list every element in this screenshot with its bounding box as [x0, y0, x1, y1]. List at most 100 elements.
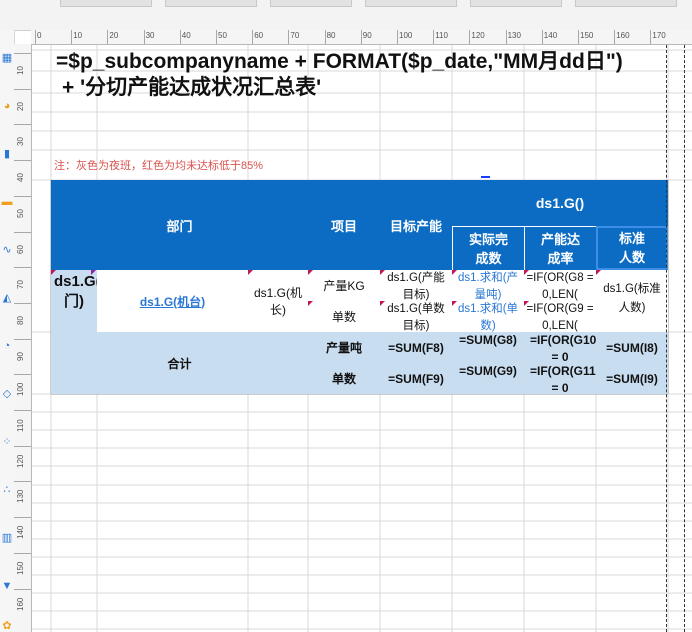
horizontal-ruler: 0 10 20 30 40 50 60 70 80 90 100 110 120 130 140 150 160… — [31, 30, 692, 45]
ruler-tick — [71, 30, 73, 44]
toolbar-button[interactable] — [60, 0, 152, 7]
ruler-tick — [14, 338, 31, 340]
toolbar-button[interactable] — [575, 0, 677, 7]
ruler-label: 170 — [652, 31, 666, 40]
cell-dept-text: ds1.G(部门) — [54, 273, 97, 310]
cell-target-1-text: ds1.G(产能目标) — [387, 272, 445, 301]
ruler-tick — [578, 30, 579, 44]
cell-marker-icon — [380, 270, 385, 275]
total-rate-1[interactable]: =IF(OR(G10 = 0 — [524, 332, 596, 363]
cell-machine[interactable]: ds1.G(机台) — [97, 270, 248, 332]
cell-marker-icon — [524, 301, 529, 306]
line-chart-icon[interactable]: ∿ — [1, 244, 13, 256]
pie-chart-icon[interactable]: ◕ — [1, 100, 13, 112]
combo-chart-icon[interactable]: ▥ — [1, 532, 13, 544]
header-rate[interactable]: 产能达成率 — [524, 226, 596, 270]
toolbar-button[interactable] — [470, 0, 562, 7]
total-actual-2[interactable]: =SUM(G9) — [452, 363, 524, 394]
header-department[interactable]: 部门 — [51, 180, 308, 270]
toolbar-button[interactable] — [365, 0, 457, 7]
cell-dept[interactable]: ds1.G(部门) — [51, 270, 97, 332]
scatter-icon[interactable]: ⁘ — [1, 436, 13, 448]
ruler-tick — [360, 30, 362, 44]
header-actual[interactable]: 实际完成数 — [452, 226, 524, 270]
ruler-label: 80 — [16, 315, 25, 325]
ruler-label: 160 — [16, 597, 25, 611]
cell-rate-1-text: =IF(OR(G8 = 0,LEN( — [526, 272, 594, 301]
total-item-2[interactable]: 单数 — [308, 363, 380, 394]
total-label[interactable]: 合计 — [51, 332, 308, 394]
cell-leader[interactable]: ds1.G(机长) — [248, 270, 308, 332]
cell-marker-icon — [51, 270, 56, 275]
ruler-tick — [14, 588, 31, 590]
header-target[interactable]: 目标产能 — [380, 180, 452, 270]
total-actual-1[interactable]: =SUM(G8) — [452, 332, 524, 363]
ruler-tick — [14, 124, 31, 126]
ruler-tick — [14, 160, 31, 162]
cell-target-1[interactable]: ds1.G(产能目标) — [380, 270, 452, 301]
total-item-1[interactable]: 产量吨 — [308, 332, 380, 363]
ruler-tick — [14, 88, 31, 90]
ruler-label: 30 — [16, 137, 25, 147]
rose-chart-icon[interactable]: ✿ — [1, 620, 13, 632]
table-icon[interactable]: ▦ — [1, 52, 13, 64]
header-item[interactable]: 项目 — [308, 180, 380, 270]
total-rate-2[interactable]: =IF(OR(G11 = 0 — [524, 363, 596, 394]
ruler-tick — [14, 445, 31, 447]
report-canvas[interactable]: =$p_subcompanyname + FORMAT($p_date,"MM月… — [32, 45, 692, 632]
cell-item-1[interactable]: 产量KG — [308, 270, 380, 301]
cell-marker-icon — [452, 301, 457, 306]
expand-arrow-icon — [481, 176, 490, 178]
ruler-tick — [14, 374, 31, 376]
area-chart-icon[interactable]: ◭ — [1, 292, 13, 304]
cell-machine-text: ds1.G(机台) — [139, 294, 206, 309]
cell-actual-1-text: ds1.求和(产量吨) — [457, 272, 519, 301]
cell-actual-1[interactable]: ds1.求和(产量吨) — [452, 270, 524, 301]
horizontal-bar-icon[interactable]: ▬ — [1, 196, 13, 208]
report-title[interactable]: =$p_subcompanyname + FORMAT($p_date,"MM月… — [56, 49, 623, 101]
ruler-label: 50 — [218, 31, 227, 40]
ruler-tick — [14, 552, 31, 554]
toolbar-button[interactable] — [270, 0, 352, 7]
vertical-ruler: 10 20 30 40 50 60 70 80 90 100 110 120 130 140 150 160 — [14, 44, 32, 632]
ruler-tick — [14, 302, 31, 304]
ruler-tick — [469, 30, 471, 44]
cell-item-2[interactable]: 单数 — [308, 301, 380, 332]
map-icon[interactable]: ◇ — [1, 388, 13, 400]
cell-actual-2[interactable]: ds1.求和(单数) — [452, 301, 524, 332]
legend-note[interactable]: 注：灰色为夜班，红色为均未达标低于85% — [54, 157, 263, 173]
top-toolbar — [0, 0, 692, 31]
ruler-label: 10 — [16, 66, 25, 75]
ruler-label: 100 — [16, 382, 25, 397]
total-label-text: 合计 — [167, 356, 192, 371]
header-department-label: 部门 — [166, 218, 193, 234]
total-target-1[interactable]: =SUM(F8) — [380, 332, 452, 363]
ruler-tick — [541, 30, 543, 44]
ruler-tick — [505, 30, 507, 44]
cell-rate-2-text: =IF(OR(G9 = 0,LEN( — [526, 303, 594, 332]
cell-actual-2-text: ds1.求和(单数) — [457, 303, 519, 332]
cell-marker-icon — [91, 270, 96, 275]
total-target-2[interactable]: =SUM(F9) — [380, 363, 452, 394]
bar-chart-icon[interactable]: ▮ — [1, 148, 13, 160]
ruler-label: 60 — [16, 244, 25, 254]
ruler-tick — [14, 195, 31, 197]
ruler-tick — [252, 30, 254, 44]
funnel-icon[interactable]: ▼ — [1, 580, 13, 592]
bubble-icon[interactable]: ∴ — [1, 484, 13, 496]
gauge-icon[interactable]: ◔ — [1, 340, 13, 352]
header-staff[interactable]: 标准人数 — [596, 226, 668, 270]
cell-target-2[interactable]: ds1.G(单数目标) — [380, 301, 452, 332]
header-group[interactable]: ds1.G() — [452, 180, 668, 226]
cell-rate-1[interactable]: =IF(OR(G8 = 0,LEN( — [524, 270, 596, 301]
ruler-label: 160 — [616, 31, 630, 40]
ruler-tick — [35, 30, 36, 44]
toolbar-button[interactable] — [165, 0, 257, 7]
cell-rate-2[interactable]: =IF(OR(G9 = 0,LEN( — [524, 301, 596, 332]
cell-marker-icon — [248, 270, 253, 275]
cell-staff-1[interactable]: ds1.G(标准人数) — [596, 270, 668, 332]
total-staff-1[interactable]: =SUM(I8) — [596, 332, 668, 363]
total-staff-2[interactable]: =SUM(I9) — [596, 363, 668, 394]
ruler-label: 50 — [16, 208, 25, 218]
ruler-label: 130 — [507, 31, 521, 40]
